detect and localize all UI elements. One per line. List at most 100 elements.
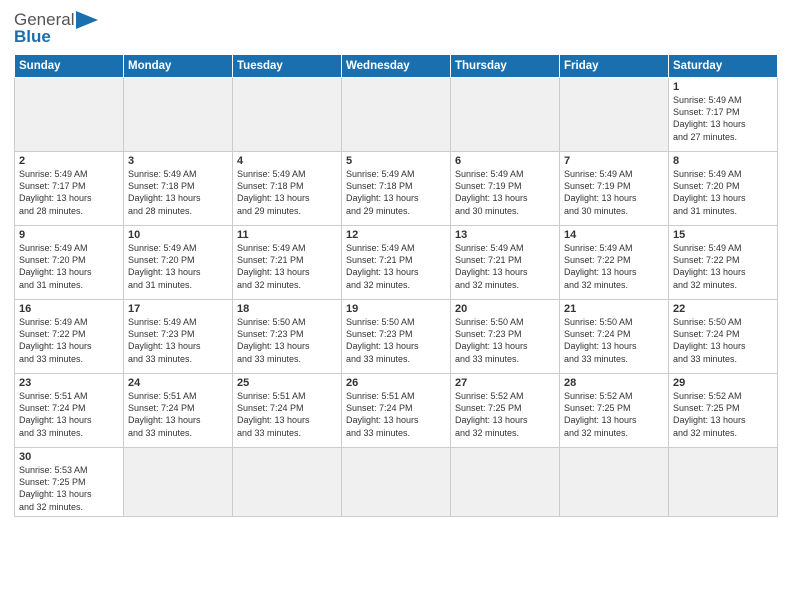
calendar-day-cell [451,448,560,517]
calendar-day-cell: 18Sunrise: 5:50 AM Sunset: 7:23 PM Dayli… [233,300,342,374]
calendar-day-cell: 29Sunrise: 5:52 AM Sunset: 7:25 PM Dayli… [669,374,778,448]
day-number: 14 [564,229,664,241]
calendar-day-cell [342,78,451,152]
calendar-day-cell: 27Sunrise: 5:52 AM Sunset: 7:25 PM Dayli… [451,374,560,448]
calendar-day-cell [560,78,669,152]
calendar-day-cell: 24Sunrise: 5:51 AM Sunset: 7:24 PM Dayli… [124,374,233,448]
page-header: General Blue [14,10,778,46]
day-number: 28 [564,377,664,389]
calendar-header-row: SundayMondayTuesdayWednesdayThursdayFrid… [15,55,778,78]
day-number: 21 [564,303,664,315]
calendar-week-row: 1Sunrise: 5:49 AM Sunset: 7:17 PM Daylig… [15,78,778,152]
day-number: 9 [19,229,119,241]
day-number: 4 [237,155,337,167]
day-info-text: Sunrise: 5:50 AM Sunset: 7:24 PM Dayligh… [564,316,664,365]
day-number: 27 [455,377,555,389]
calendar-day-cell [560,448,669,517]
calendar-day-cell: 4Sunrise: 5:49 AM Sunset: 7:18 PM Daylig… [233,152,342,226]
day-info-text: Sunrise: 5:50 AM Sunset: 7:24 PM Dayligh… [673,316,773,365]
calendar-day-cell: 22Sunrise: 5:50 AM Sunset: 7:24 PM Dayli… [669,300,778,374]
day-number: 25 [237,377,337,389]
logo: General Blue [14,10,98,46]
calendar-day-cell: 16Sunrise: 5:49 AM Sunset: 7:22 PM Dayli… [15,300,124,374]
calendar-day-cell: 10Sunrise: 5:49 AM Sunset: 7:20 PM Dayli… [124,226,233,300]
day-number: 17 [128,303,228,315]
calendar-day-cell [669,448,778,517]
day-info-text: Sunrise: 5:49 AM Sunset: 7:18 PM Dayligh… [237,168,337,217]
day-info-text: Sunrise: 5:49 AM Sunset: 7:17 PM Dayligh… [673,94,773,143]
day-number: 26 [346,377,446,389]
day-info-text: Sunrise: 5:52 AM Sunset: 7:25 PM Dayligh… [673,390,773,439]
calendar-day-cell: 20Sunrise: 5:50 AM Sunset: 7:23 PM Dayli… [451,300,560,374]
calendar-week-row: 30Sunrise: 5:53 AM Sunset: 7:25 PM Dayli… [15,448,778,517]
calendar-day-cell [124,78,233,152]
calendar-day-cell: 26Sunrise: 5:51 AM Sunset: 7:24 PM Dayli… [342,374,451,448]
calendar-week-row: 9Sunrise: 5:49 AM Sunset: 7:20 PM Daylig… [15,226,778,300]
day-number: 15 [673,229,773,241]
calendar-day-cell: 17Sunrise: 5:49 AM Sunset: 7:23 PM Dayli… [124,300,233,374]
day-number: 19 [346,303,446,315]
calendar-week-row: 23Sunrise: 5:51 AM Sunset: 7:24 PM Dayli… [15,374,778,448]
weekday-header-tuesday: Tuesday [233,55,342,78]
day-number: 24 [128,377,228,389]
day-info-text: Sunrise: 5:53 AM Sunset: 7:25 PM Dayligh… [19,464,119,513]
day-number: 16 [19,303,119,315]
day-info-text: Sunrise: 5:50 AM Sunset: 7:23 PM Dayligh… [346,316,446,365]
day-info-text: Sunrise: 5:49 AM Sunset: 7:18 PM Dayligh… [346,168,446,217]
weekday-header-sunday: Sunday [15,55,124,78]
day-info-text: Sunrise: 5:50 AM Sunset: 7:23 PM Dayligh… [237,316,337,365]
day-number: 2 [19,155,119,167]
calendar-day-cell: 9Sunrise: 5:49 AM Sunset: 7:20 PM Daylig… [15,226,124,300]
calendar-day-cell: 15Sunrise: 5:49 AM Sunset: 7:22 PM Dayli… [669,226,778,300]
day-number: 7 [564,155,664,167]
day-number: 5 [346,155,446,167]
day-info-text: Sunrise: 5:49 AM Sunset: 7:20 PM Dayligh… [673,168,773,217]
day-number: 23 [19,377,119,389]
day-number: 20 [455,303,555,315]
calendar-day-cell [124,448,233,517]
day-info-text: Sunrise: 5:49 AM Sunset: 7:22 PM Dayligh… [673,242,773,291]
calendar-table: SundayMondayTuesdayWednesdayThursdayFrid… [14,54,778,517]
weekday-header-wednesday: Wednesday [342,55,451,78]
day-number: 10 [128,229,228,241]
calendar-day-cell: 2Sunrise: 5:49 AM Sunset: 7:17 PM Daylig… [15,152,124,226]
day-info-text: Sunrise: 5:49 AM Sunset: 7:21 PM Dayligh… [455,242,555,291]
calendar-day-cell: 5Sunrise: 5:49 AM Sunset: 7:18 PM Daylig… [342,152,451,226]
day-number: 6 [455,155,555,167]
day-number: 22 [673,303,773,315]
day-number: 3 [128,155,228,167]
day-number: 13 [455,229,555,241]
calendar-day-cell [15,78,124,152]
calendar-day-cell: 14Sunrise: 5:49 AM Sunset: 7:22 PM Dayli… [560,226,669,300]
day-info-text: Sunrise: 5:49 AM Sunset: 7:21 PM Dayligh… [237,242,337,291]
weekday-header-monday: Monday [124,55,233,78]
day-info-text: Sunrise: 5:51 AM Sunset: 7:24 PM Dayligh… [346,390,446,439]
day-number: 29 [673,377,773,389]
day-info-text: Sunrise: 5:49 AM Sunset: 7:22 PM Dayligh… [19,316,119,365]
day-info-text: Sunrise: 5:51 AM Sunset: 7:24 PM Dayligh… [19,390,119,439]
calendar-week-row: 16Sunrise: 5:49 AM Sunset: 7:22 PM Dayli… [15,300,778,374]
calendar-day-cell [342,448,451,517]
day-info-text: Sunrise: 5:51 AM Sunset: 7:24 PM Dayligh… [128,390,228,439]
calendar-day-cell [451,78,560,152]
calendar-day-cell: 8Sunrise: 5:49 AM Sunset: 7:20 PM Daylig… [669,152,778,226]
day-number: 8 [673,155,773,167]
day-info-text: Sunrise: 5:49 AM Sunset: 7:19 PM Dayligh… [564,168,664,217]
calendar-day-cell: 30Sunrise: 5:53 AM Sunset: 7:25 PM Dayli… [15,448,124,517]
day-info-text: Sunrise: 5:49 AM Sunset: 7:17 PM Dayligh… [19,168,119,217]
calendar-day-cell: 13Sunrise: 5:49 AM Sunset: 7:21 PM Dayli… [451,226,560,300]
calendar-day-cell: 19Sunrise: 5:50 AM Sunset: 7:23 PM Dayli… [342,300,451,374]
day-number: 11 [237,229,337,241]
logo-flag-icon [76,11,98,29]
day-info-text: Sunrise: 5:52 AM Sunset: 7:25 PM Dayligh… [455,390,555,439]
day-number: 1 [673,81,773,93]
day-info-text: Sunrise: 5:50 AM Sunset: 7:23 PM Dayligh… [455,316,555,365]
calendar-day-cell: 21Sunrise: 5:50 AM Sunset: 7:24 PM Dayli… [560,300,669,374]
day-number: 18 [237,303,337,315]
weekday-header-friday: Friday [560,55,669,78]
calendar-day-cell: 11Sunrise: 5:49 AM Sunset: 7:21 PM Dayli… [233,226,342,300]
calendar-day-cell: 12Sunrise: 5:49 AM Sunset: 7:21 PM Dayli… [342,226,451,300]
day-info-text: Sunrise: 5:52 AM Sunset: 7:25 PM Dayligh… [564,390,664,439]
day-number: 12 [346,229,446,241]
day-info-text: Sunrise: 5:49 AM Sunset: 7:21 PM Dayligh… [346,242,446,291]
